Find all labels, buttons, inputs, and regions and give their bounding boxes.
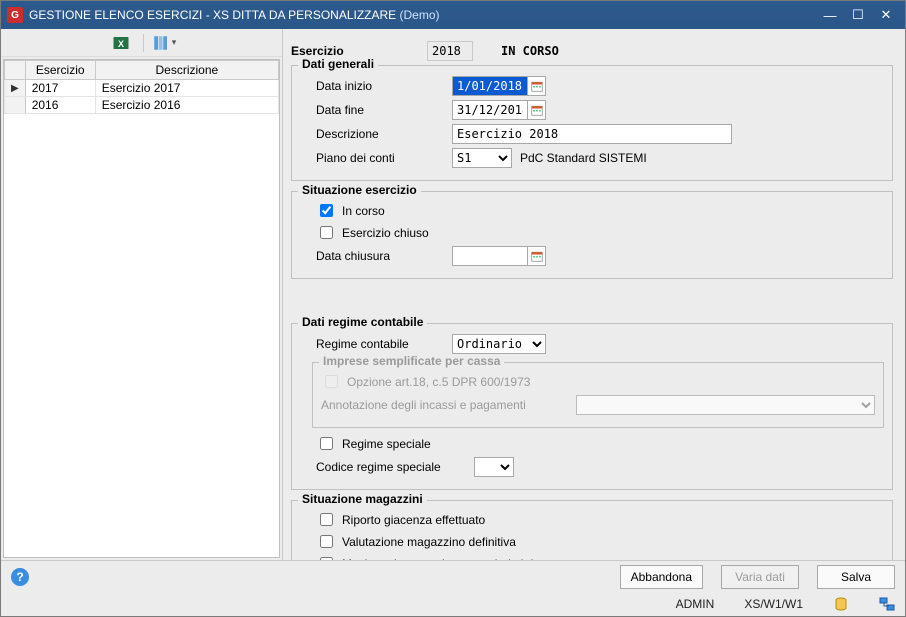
codice-regime-label: Codice regime speciale xyxy=(316,460,466,474)
annotazione-label: Annotazione degli incassi e pagamenti xyxy=(321,398,568,412)
toolbar-separator xyxy=(143,34,144,52)
riporto-giacenza-checkbox[interactable] xyxy=(320,513,333,526)
valutazione-magazzino-label: Valutazione magazzino definitiva xyxy=(342,535,516,549)
dati-regime-fieldset: Dati regime contabile Regime contabile O… xyxy=(291,323,893,490)
varia-dati-button: Varia dati xyxy=(721,565,799,589)
piano-conti-description: PdC Standard SISTEMI xyxy=(520,151,647,165)
dati-regime-legend: Dati regime contabile xyxy=(298,315,427,329)
data-inizio-field[interactable] xyxy=(452,76,546,96)
data-inizio-label: Data inizio xyxy=(316,79,444,93)
abbandona-button[interactable]: Abbandona xyxy=(620,565,703,589)
esercizio-chiuso-checkbox[interactable] xyxy=(320,226,333,239)
titlebar: G GESTIONE ELENCO ESERCIZI - XS DITTA DA… xyxy=(1,1,905,29)
dati-generali-legend: Dati generali xyxy=(298,57,378,71)
data-chiusura-field[interactable] xyxy=(452,246,546,266)
regime-contabile-combo[interactable]: Ordinario xyxy=(452,334,546,354)
window-buttons: — ☐ ✕ xyxy=(817,6,899,24)
cell-esercizio: 2017 xyxy=(25,80,95,97)
statusbar: ADMIN XS/W1/W1 xyxy=(1,592,905,616)
dati-generali-fieldset: Dati generali Data inizio Data fine xyxy=(291,65,893,181)
piano-conti-label: Piano dei conti xyxy=(316,151,444,165)
footer: ? Abbandona Varia dati Salva xyxy=(1,560,905,592)
calendar-icon xyxy=(531,80,543,92)
status-user: ADMIN xyxy=(676,597,715,611)
situazione-esercizio-fieldset: Situazione esercizio In corso Esercizio … xyxy=(291,191,893,279)
left-toolbar: X ▾ xyxy=(1,29,282,57)
window-body: X ▾ Esercizio Descrizione xyxy=(1,29,905,560)
table-row[interactable]: 2016 Esercizio 2016 xyxy=(5,97,279,114)
calendar-button[interactable] xyxy=(528,100,546,120)
esercizio-header-label: Esercizio xyxy=(291,44,419,58)
regime-speciale-label: Regime speciale xyxy=(342,437,431,451)
situazione-magazzini-fieldset: Situazione magazzini Riporto giacenza ef… xyxy=(291,500,893,560)
opzione-art18-label: Opzione art.18, c.5 DPR 600/1973 xyxy=(347,375,530,389)
export-excel-button[interactable]: X xyxy=(107,32,135,54)
data-fine-field[interactable] xyxy=(452,100,546,120)
filter-dropdown-button[interactable]: ▾ xyxy=(152,34,177,52)
app-window: G GESTIONE ELENCO ESERCIZI - XS DITTA DA… xyxy=(0,0,906,617)
salva-button[interactable]: Salva xyxy=(817,565,895,589)
table-row[interactable]: ▶ 2017 Esercizio 2017 xyxy=(5,80,279,97)
right-panel: Esercizio IN CORSO Dati generali Data in… xyxy=(283,29,905,560)
filter-columns-icon xyxy=(152,34,170,52)
data-fine-label: Data fine xyxy=(316,103,444,117)
window-title-main: GESTIONE ELENCO ESERCIZI - XS DITTA DA P… xyxy=(29,8,396,22)
window-title-demo: (Demo) xyxy=(396,8,439,22)
movimenti-posteriori-label: Movimenti magazzino posteriori al riport… xyxy=(342,557,561,561)
row-selector-icon: ▶ xyxy=(5,80,26,97)
grid-col-esercizio[interactable]: Esercizio xyxy=(25,61,95,80)
network-icon xyxy=(879,596,895,612)
close-button[interactable]: ✕ xyxy=(873,6,899,24)
cell-descrizione: Esercizio 2016 xyxy=(95,97,278,114)
status-workstation: XS/W1/W1 xyxy=(744,597,803,611)
excel-icon: X xyxy=(112,34,130,52)
annotazione-combo xyxy=(576,395,875,415)
window-title: GESTIONE ELENCO ESERCIZI - XS DITTA DA P… xyxy=(29,8,817,22)
app-icon: G xyxy=(7,7,23,23)
minimize-button[interactable]: — xyxy=(817,6,843,24)
in-corso-label: In corso xyxy=(342,204,385,218)
movimenti-posteriori-checkbox[interactable] xyxy=(320,557,333,560)
esercizio-status: IN CORSO xyxy=(501,44,559,58)
opzione-art18-checkbox xyxy=(325,375,338,388)
imprese-semplificate-fieldset: Imprese semplificate per cassa Opzione a… xyxy=(312,362,884,428)
codice-regime-combo[interactable] xyxy=(474,457,514,477)
maximize-button[interactable]: ☐ xyxy=(845,6,871,24)
row-selector-icon xyxy=(5,97,26,114)
svg-text:X: X xyxy=(118,38,124,48)
header-row: Esercizio IN CORSO xyxy=(291,41,893,61)
status-network-icon[interactable] xyxy=(879,596,895,612)
cell-descrizione: Esercizio 2017 xyxy=(95,80,278,97)
descrizione-input[interactable] xyxy=(452,124,732,144)
grid-selector-header xyxy=(5,61,26,80)
situazione-esercizio-legend: Situazione esercizio xyxy=(298,183,421,197)
data-inizio-input[interactable] xyxy=(452,76,528,96)
caret-down-icon: ▾ xyxy=(172,37,177,48)
database-icon xyxy=(833,596,849,612)
esercizio-year-field xyxy=(427,41,473,61)
calendar-icon xyxy=(531,250,543,262)
valutazione-magazzino-checkbox[interactable] xyxy=(320,535,333,548)
data-fine-input[interactable] xyxy=(452,100,528,120)
cell-esercizio: 2016 xyxy=(25,97,95,114)
status-db-icon[interactable] xyxy=(833,596,849,612)
riporto-giacenza-label: Riporto giacenza effettuato xyxy=(342,513,485,527)
descrizione-label: Descrizione xyxy=(316,127,444,141)
left-panel: X ▾ Esercizio Descrizione xyxy=(1,29,283,560)
esercizi-grid[interactable]: Esercizio Descrizione ▶ 2017 Esercizio 2… xyxy=(3,59,280,558)
regime-speciale-checkbox[interactable] xyxy=(320,437,333,450)
situazione-magazzini-legend: Situazione magazzini xyxy=(298,492,427,506)
data-chiusura-label: Data chiusura xyxy=(316,249,444,263)
grid-col-descrizione[interactable]: Descrizione xyxy=(95,61,278,80)
esercizio-chiuso-label: Esercizio chiuso xyxy=(342,226,429,240)
in-corso-checkbox[interactable] xyxy=(320,204,333,217)
piano-conti-combo[interactable]: S1 xyxy=(452,148,512,168)
calendar-icon xyxy=(531,104,543,116)
regime-contabile-label: Regime contabile xyxy=(316,337,444,351)
imprese-semplificate-legend: Imprese semplificate per cassa xyxy=(319,354,504,368)
calendar-button[interactable] xyxy=(528,76,546,96)
help-button[interactable]: ? xyxy=(11,568,29,586)
calendar-button[interactable] xyxy=(528,246,546,266)
data-chiusura-input[interactable] xyxy=(452,246,528,266)
